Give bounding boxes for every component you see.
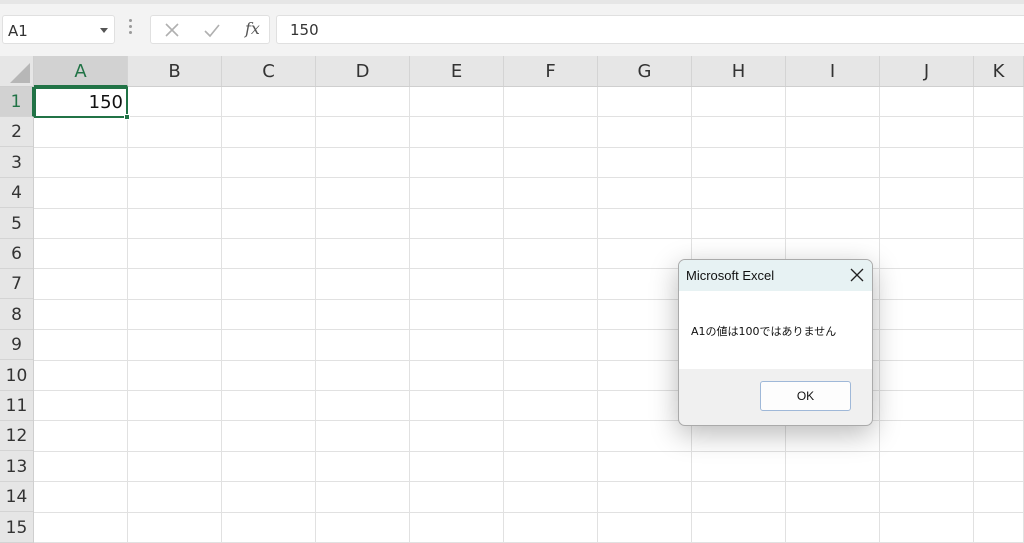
column-header-a[interactable]: A bbox=[34, 56, 128, 87]
gridline-horizontal bbox=[34, 238, 1024, 239]
row-header-1[interactable]: 1 bbox=[0, 87, 34, 117]
gridline-horizontal bbox=[34, 116, 1024, 117]
cell-a1-value: 150 bbox=[88, 92, 123, 113]
column-header-h[interactable]: H bbox=[692, 56, 786, 86]
formula-input[interactable]: 150 bbox=[276, 15, 1024, 44]
gridline-horizontal bbox=[34, 268, 1024, 269]
gridline-horizontal bbox=[34, 451, 1024, 452]
row-header-8[interactable]: 8 bbox=[0, 300, 33, 330]
gridline-vertical bbox=[409, 87, 410, 543]
column-header-d[interactable]: D bbox=[316, 56, 410, 86]
row-header-4[interactable]: 4 bbox=[0, 178, 33, 208]
fill-handle[interactable] bbox=[124, 114, 130, 120]
gridline-horizontal bbox=[34, 390, 1024, 391]
gridline-horizontal bbox=[34, 147, 1024, 148]
gridline-vertical bbox=[879, 87, 880, 543]
dialog-message: A1の値は100ではありません bbox=[691, 325, 837, 338]
gridline-horizontal bbox=[34, 360, 1024, 361]
cell-area[interactable]: 150 bbox=[34, 87, 1024, 543]
row-header-5[interactable]: 5 bbox=[0, 209, 33, 239]
column-headers: ABCDEFGHIJK bbox=[34, 56, 1024, 87]
close-icon[interactable] bbox=[850, 268, 864, 282]
row-header-7[interactable]: 7 bbox=[0, 269, 33, 299]
dialog-title: Microsoft Excel bbox=[686, 268, 775, 283]
fx-icon[interactable]: fx bbox=[245, 19, 260, 38]
row-header-14[interactable]: 14 bbox=[0, 482, 33, 512]
column-header-i[interactable]: I bbox=[786, 56, 880, 86]
row-header-11[interactable]: 11 bbox=[0, 391, 33, 421]
gridline-horizontal bbox=[34, 177, 1024, 178]
gridline-vertical bbox=[597, 87, 598, 543]
formula-bar-buttons: fx bbox=[150, 15, 270, 44]
close-x-icon[interactable] bbox=[163, 20, 181, 40]
ribbon-edge bbox=[0, 0, 1024, 4]
dialog-titlebar[interactable]: Microsoft Excel bbox=[679, 260, 872, 291]
column-header-g[interactable]: G bbox=[598, 56, 692, 86]
gridline-vertical bbox=[315, 87, 316, 543]
gridline-vertical bbox=[221, 87, 222, 543]
column-header-e[interactable]: E bbox=[410, 56, 504, 86]
ok-button[interactable]: OK bbox=[760, 381, 851, 411]
gridline-horizontal bbox=[34, 512, 1024, 513]
gridline-vertical bbox=[503, 87, 504, 543]
column-header-b[interactable]: B bbox=[128, 56, 222, 86]
row-header-10[interactable]: 10 bbox=[0, 361, 33, 391]
column-header-j[interactable]: J bbox=[880, 56, 974, 86]
row-header-12[interactable]: 12 bbox=[0, 421, 33, 451]
dialog-body: A1の値は100ではありません bbox=[679, 291, 872, 369]
formula-value: 150 bbox=[290, 21, 319, 39]
gridline-vertical bbox=[127, 87, 128, 543]
row-header-3[interactable]: 3 bbox=[0, 148, 33, 178]
name-box-value: A1 bbox=[8, 22, 28, 40]
gridline-horizontal bbox=[34, 329, 1024, 330]
name-box[interactable]: A1 bbox=[2, 15, 115, 44]
row-headers: 1 2 3 4 5 6 7 8 9 10 11 12 13 14 15 bbox=[0, 87, 34, 543]
select-all-triangle-icon bbox=[10, 63, 30, 83]
row-header-13[interactable]: 13 bbox=[0, 452, 33, 482]
gridline-horizontal bbox=[34, 299, 1024, 300]
row-header-2[interactable]: 2 bbox=[0, 117, 33, 147]
gridline-vertical bbox=[973, 87, 974, 543]
message-dialog: Microsoft Excel A1の値は100ではありません OK bbox=[678, 259, 873, 426]
formula-bar: A1 fx 150 bbox=[0, 0, 1024, 56]
select-all-button[interactable] bbox=[0, 56, 34, 87]
row-header-6[interactable]: 6 bbox=[0, 239, 33, 269]
row-header-9[interactable]: 9 bbox=[0, 330, 33, 360]
row-header-15[interactable]: 15 bbox=[0, 513, 33, 543]
gridline-horizontal bbox=[34, 420, 1024, 421]
column-header-k[interactable]: K bbox=[974, 56, 1024, 86]
formula-bar-resize-grip-icon[interactable] bbox=[127, 19, 133, 37]
column-header-f[interactable]: F bbox=[504, 56, 598, 86]
gridline-horizontal bbox=[34, 208, 1024, 209]
chevron-down-icon[interactable] bbox=[100, 28, 108, 33]
cell-a1[interactable]: 150 bbox=[34, 87, 130, 120]
column-header-c[interactable]: C bbox=[222, 56, 316, 86]
gridline-horizontal bbox=[34, 481, 1024, 482]
checkmark-icon[interactable] bbox=[202, 20, 222, 40]
